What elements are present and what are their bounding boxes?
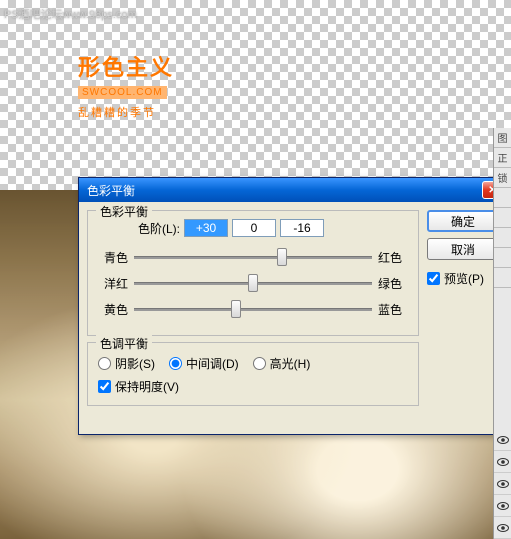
slider-row-yellow-blue: 黄色 蓝色 (98, 299, 408, 319)
panel-stub[interactable]: 正 (494, 148, 511, 168)
slider-magenta-green[interactable] (134, 273, 372, 293)
checkbox-input[interactable] (98, 380, 111, 393)
radio-label: 中间调(D) (186, 355, 239, 372)
dialog-titlebar[interactable]: 色彩平衡 ✕ (79, 178, 507, 202)
slider-yellow-blue[interactable] (134, 299, 372, 319)
watermark-text: PS酒吧论坛www.98ps.com (4, 6, 137, 22)
group-title-tone: 色调平衡 (96, 335, 152, 352)
checkbox-label: 保持明度(V) (115, 378, 179, 395)
slider-thumb[interactable] (231, 300, 241, 318)
slider-thumb[interactable] (277, 248, 287, 266)
dialog-title: 色彩平衡 (87, 182, 135, 199)
checkbox-label: 预览(P) (444, 270, 484, 287)
logo-url: SWCOOL.COM (78, 86, 167, 99)
panel-stub[interactable]: 图 (494, 128, 511, 148)
logo-sub: 乱糟糟的季节 (78, 104, 174, 120)
tone-midtone-radio[interactable]: 中间调(D) (169, 355, 239, 372)
slider-left-label: 青色 (98, 249, 128, 266)
radio-input[interactable] (169, 357, 182, 370)
layer-visibility-toggle[interactable] (494, 495, 511, 517)
logo-block: 形色主义 SWCOOL.COM 乱糟糟的季节 (78, 50, 174, 120)
panel-stub[interactable]: 锁 (494, 168, 511, 188)
radio-input[interactable] (253, 357, 266, 370)
slider-row-magenta-green: 洋红 绿色 (98, 273, 408, 293)
layer-visibility-toggle[interactable] (494, 517, 511, 539)
ok-button[interactable]: 确定 (427, 210, 499, 232)
layer-visibility-toggle[interactable] (494, 473, 511, 495)
level-cyan-red-input[interactable] (184, 219, 228, 237)
color-balance-dialog: 色彩平衡 ✕ 色彩平衡 色阶(L): 青色 (78, 177, 508, 435)
layer-visibility-toggle[interactable] (494, 451, 511, 473)
tone-shadow-radio[interactable]: 阴影(S) (98, 355, 155, 372)
checkbox-input[interactable] (427, 272, 440, 285)
layers-panel-strip: 图 正 锁 (493, 128, 511, 539)
preview-checkbox[interactable]: 预览(P) (427, 270, 484, 287)
panel-stub (494, 228, 511, 248)
radio-label: 高光(H) (270, 355, 311, 372)
panel-stub (494, 188, 511, 208)
tone-balance-group: 色调平衡 阴影(S) 中间调(D) 高光(H) (87, 342, 419, 406)
slider-thumb[interactable] (248, 274, 258, 292)
panel-stub (494, 248, 511, 268)
slider-left-label: 洋红 (98, 275, 128, 292)
radio-input[interactable] (98, 357, 111, 370)
layer-visibility-toggle[interactable] (494, 429, 511, 451)
level-magenta-green-input[interactable] (232, 219, 276, 237)
cancel-button[interactable]: 取消 (427, 238, 499, 260)
slider-right-label: 红色 (378, 249, 408, 266)
tone-highlight-radio[interactable]: 高光(H) (253, 355, 311, 372)
preserve-luminosity-checkbox[interactable]: 保持明度(V) (98, 378, 179, 395)
slider-cyan-red[interactable] (134, 247, 372, 267)
slider-right-label: 绿色 (378, 275, 408, 292)
color-balance-group: 色彩平衡 色阶(L): 青色 红色 洋红 (87, 210, 419, 336)
levels-label: 色阶(L): (138, 220, 180, 237)
radio-label: 阴影(S) (115, 355, 155, 372)
level-yellow-blue-input[interactable] (280, 219, 324, 237)
panel-stub (494, 268, 511, 288)
logo-main: 形色主义 (78, 50, 174, 82)
panel-stub (494, 208, 511, 228)
slider-right-label: 蓝色 (378, 301, 408, 318)
slider-left-label: 黄色 (98, 301, 128, 318)
group-title-balance: 色彩平衡 (96, 203, 152, 220)
slider-row-cyan-red: 青色 红色 (98, 247, 408, 267)
levels-row: 色阶(L): (98, 219, 408, 237)
